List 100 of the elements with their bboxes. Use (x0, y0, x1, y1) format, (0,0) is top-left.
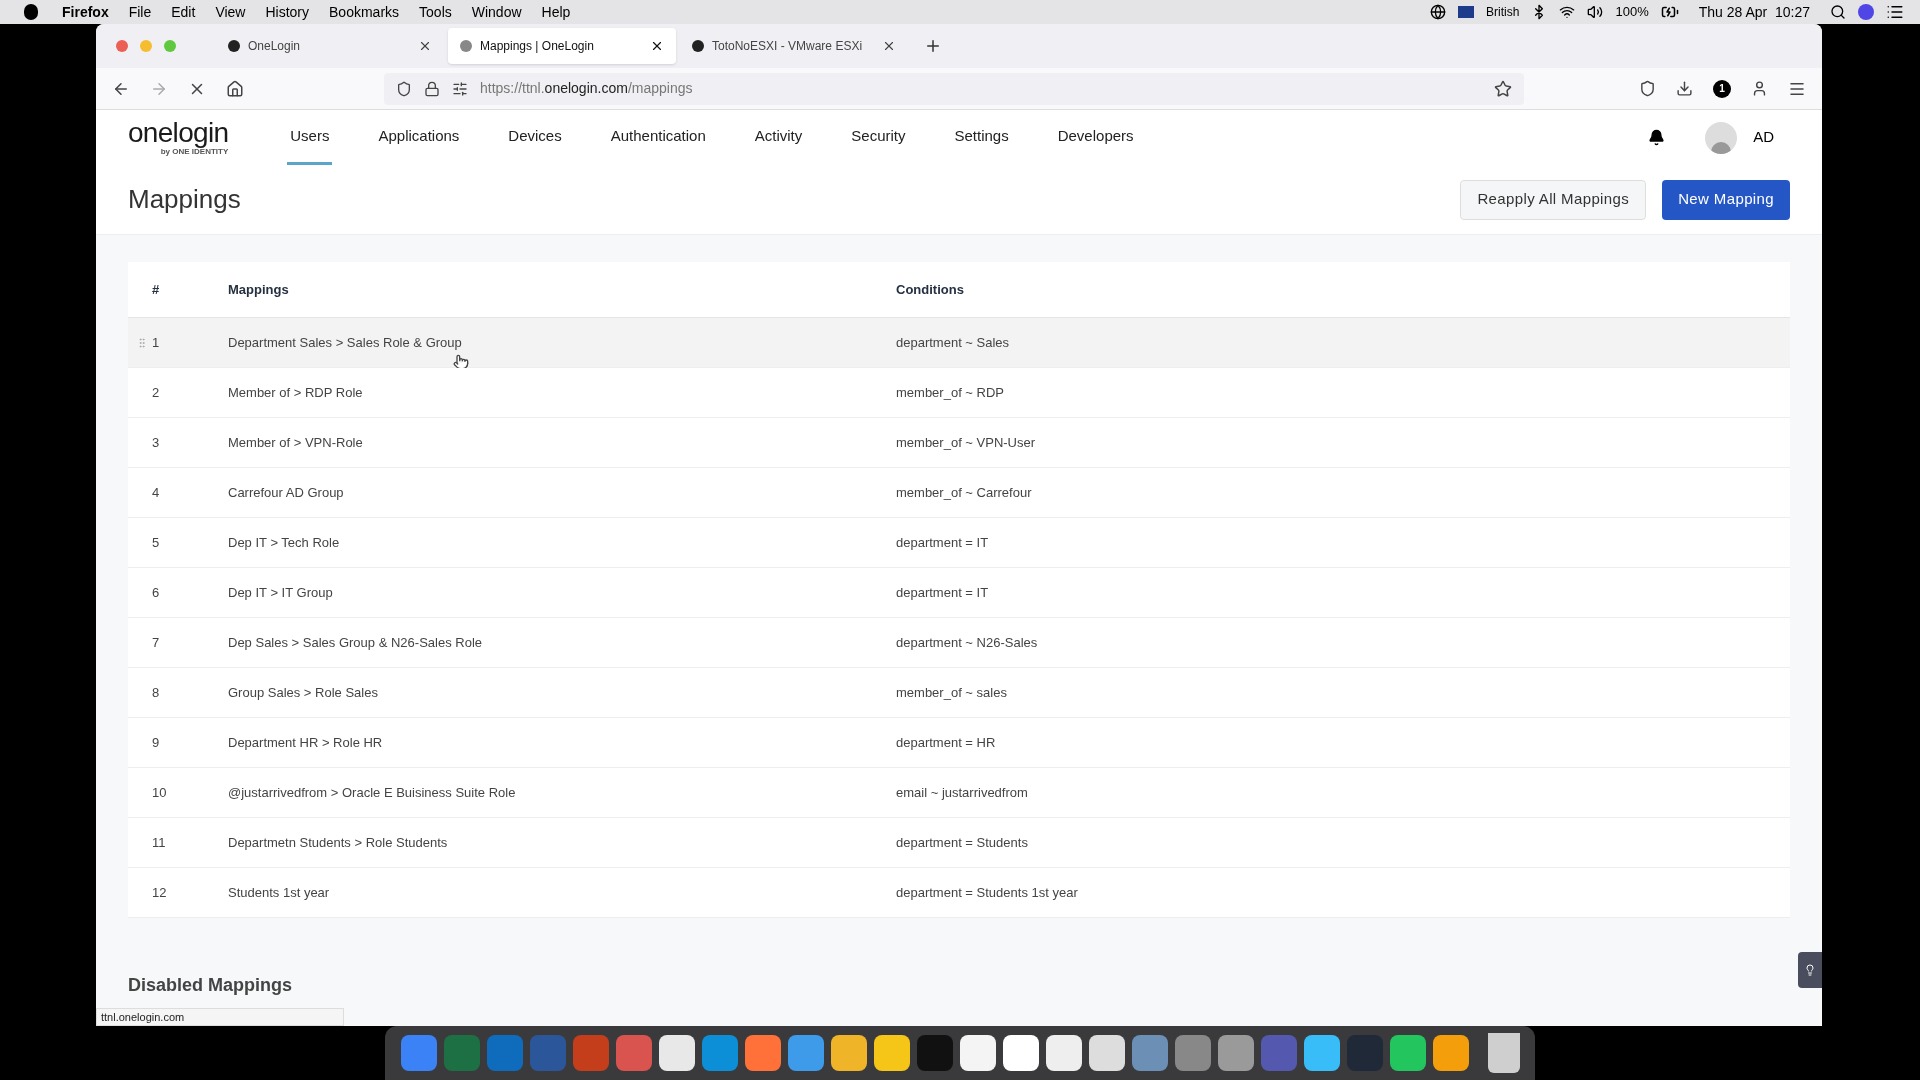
table-cell-text: 8 (152, 683, 161, 702)
bookmark-star-icon[interactable] (1494, 79, 1512, 98)
table-cell-text: 3 (152, 433, 161, 452)
table-row[interactable]: 2 Member of > RDP Role member_of ~ RDP (128, 368, 1790, 418)
status-url: ttnl.onelogin.com (96, 1008, 344, 1026)
close-tab-icon[interactable] (418, 39, 432, 53)
table-cell-text: Carrefour AD Group (228, 483, 345, 502)
table-cell-text: member_of ~ RDP (896, 383, 1004, 402)
table-cell-text: department = Students 1st year (896, 883, 1078, 902)
permissions-icon[interactable] (452, 80, 468, 97)
tab-title: TotoNoESXI - VMware ESXi (712, 38, 864, 55)
column-header: Conditions (896, 280, 964, 299)
dock-app-icon[interactable] (1303, 1035, 1340, 1071)
table-cell-text: member_of ~ sales (896, 683, 1007, 702)
table-cell-text: department = IT (896, 533, 989, 552)
app-menu[interactable]: Firefox (62, 1, 109, 23)
table-cell-text: department = IT (896, 583, 989, 602)
extension-icon[interactable] (1751, 80, 1768, 97)
table-row[interactable]: 1 Department Sales > Sales Role & Group department ~ Sales (128, 318, 1790, 368)
nav-tab[interactable]: Activity (751, 110, 806, 165)
menu-item[interactable]: Tools (419, 1, 452, 23)
nav-tab[interactable]: Developers (1054, 110, 1137, 165)
menu-item[interactable]: File (128, 1, 152, 23)
nav-tab[interactable]: Applications (375, 110, 463, 165)
menu-item[interactable]: View (215, 1, 246, 23)
new-mapping-button[interactable]: New Mapping (1662, 179, 1790, 220)
download-icon[interactable] (1676, 80, 1693, 97)
menu-item[interactable]: Help (541, 1, 571, 23)
menu-item[interactable]: Window (471, 1, 522, 23)
table-cell-text: 9 (152, 733, 161, 752)
dock-app-icon[interactable] (1389, 1035, 1426, 1071)
dock-app-icon[interactable] (959, 1035, 996, 1071)
browser-tab[interactable]: TotoNoESXI - VMware ESXi (680, 28, 908, 64)
globe-icon[interactable] (1430, 4, 1447, 20)
reapply-button[interactable]: Reapply All Mappings (1460, 179, 1647, 220)
shield-icon[interactable] (396, 80, 412, 97)
nav-tab[interactable]: Security (848, 110, 909, 165)
dock-app-icon[interactable] (1432, 1035, 1469, 1071)
close-window-button[interactable] (116, 40, 128, 52)
table-cell-text: Department HR > Role HR (228, 733, 384, 752)
table-cell-text: Departmetn Students > Role Students (228, 833, 449, 852)
table-cell-text: 2 (152, 383, 161, 402)
table-cell-text: department = Students (896, 833, 1028, 852)
new-tab-icon[interactable] (924, 37, 942, 55)
lock-icon[interactable] (424, 80, 440, 97)
table-cell-text: department ~ Sales (896, 333, 1010, 352)
nav-tab[interactable]: Settings (951, 110, 1012, 165)
dock-app-icon[interactable] (1002, 1035, 1039, 1071)
notification-bell-icon[interactable] (1648, 129, 1666, 146)
user-avatar[interactable] (1705, 121, 1738, 154)
tab-title: OneLogin (248, 38, 302, 55)
dock-app-icon[interactable] (1088, 1035, 1125, 1071)
tab-title: Mappings | OneLogin (480, 38, 595, 55)
dock-app-icon[interactable] (873, 1035, 910, 1071)
keyboard-layout[interactable]: British (1486, 3, 1520, 21)
lightbulb-icon (1804, 964, 1816, 976)
battery-percent: 100% (1615, 3, 1649, 22)
drag-handle-icon[interactable] (136, 336, 148, 349)
table-cell-text: Group Sales > Role Sales (228, 683, 379, 702)
table-cell-text: Students 1st year (228, 883, 331, 902)
table-cell-text: Member of > VPN-Role (228, 433, 364, 452)
table-cell-text: @justarrivedfrom > Oracle E Buisiness Suite Role (228, 783, 517, 802)
close-tab-icon[interactable] (650, 39, 664, 53)
column-header: # (152, 280, 161, 299)
browser-tab[interactable]: Mappings | OneLogin (448, 28, 676, 64)
menu-item[interactable]: History (265, 1, 310, 23)
table-cell-text: Dep Sales > Sales Group & N26-Sales Role (228, 633, 483, 652)
extension-badge[interactable]: 1 (1713, 79, 1731, 98)
table-cell-text: 7 (152, 633, 161, 652)
menu-item[interactable]: Edit (171, 1, 196, 23)
table-cell-text: department = HR (896, 733, 996, 752)
search-icon[interactable] (1830, 4, 1846, 20)
table-cell-text: Dep IT > Tech Role (228, 533, 341, 552)
home-icon[interactable] (226, 79, 244, 98)
nav-tab[interactable]: Devices (505, 110, 565, 165)
logo-text[interactable]: onelogin (128, 118, 229, 147)
url-text: https://ttnl.onelogin.com/mappings (480, 79, 693, 98)
table-cell-text: 6 (152, 583, 161, 602)
nav-tab[interactable]: Authentication (607, 110, 709, 165)
menu-clock[interactable]: Thu 28 Apr 10:27 (1698, 1, 1810, 23)
table-cell-text: Member of > RDP Role (228, 383, 364, 402)
tab-favicon-icon (692, 40, 704, 52)
help-button[interactable] (1798, 952, 1822, 988)
dock-app-icon[interactable] (658, 1035, 695, 1071)
close-tab-icon[interactable] (882, 39, 896, 53)
table-cell-text: Dep IT > IT Group (228, 583, 334, 602)
dock-app-icon[interactable] (830, 1035, 867, 1071)
user-initials[interactable]: AD (1753, 126, 1774, 149)
dock-app-icon[interactable] (1045, 1035, 1082, 1071)
browser-tab[interactable]: OneLogin (216, 28, 444, 64)
volume-icon[interactable] (1587, 4, 1604, 20)
trash-icon[interactable] (1487, 1033, 1520, 1073)
table-cell-text: member_of ~ Carrefour (896, 483, 1032, 502)
wifi-icon[interactable] (1559, 4, 1576, 20)
address-bar[interactable]: https://ttnl.onelogin.com/mappings (384, 72, 1524, 105)
control-center-icon[interactable] (1886, 3, 1904, 21)
table-cell-text: Department Sales > Sales Role & Group (228, 333, 463, 352)
menu-item[interactable]: Bookmarks (329, 1, 400, 23)
table-cell-text: 11 (152, 833, 167, 852)
table-cell-text: 4 (152, 483, 161, 502)
